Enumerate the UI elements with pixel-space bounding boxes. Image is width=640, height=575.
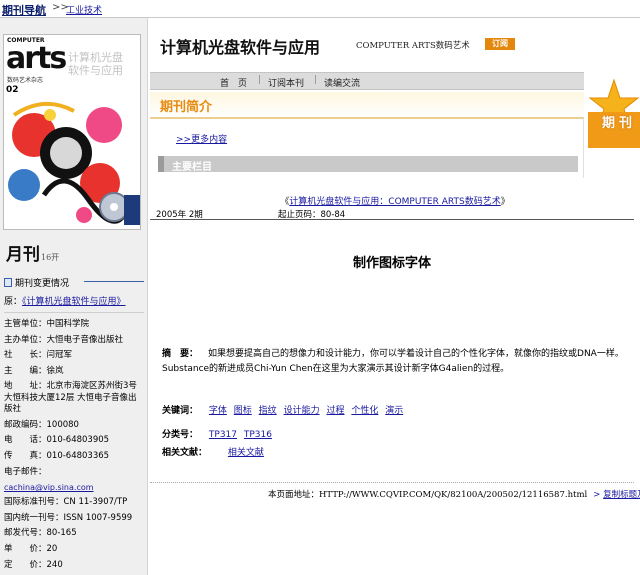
keyword-link[interactable]: 字体	[209, 406, 227, 416]
footer-divider	[150, 482, 634, 483]
main-columns-bar: 主要栏目	[158, 156, 578, 173]
info-annual-price: 定 价：240	[4, 559, 63, 570]
journal-header: 计算机光盘软件与应用 COMPUTER ARTS数码艺术 订阅	[150, 24, 640, 70]
nav-subscribe[interactable]: 订阅本刊	[268, 76, 304, 89]
main-columns-label: 主要栏目	[172, 162, 212, 173]
journal-title: 计算机光盘软件与应用	[160, 38, 321, 57]
info-email-link[interactable]: cachina@vip.sina.com	[4, 480, 144, 495]
cover-ghost-text: 计算机光盘 软件与应用	[68, 51, 123, 77]
info-unit-price: 单 价：20	[4, 544, 58, 555]
keyword-link[interactable]: 指纹	[259, 406, 277, 416]
more-content-link[interactable]: >>更多内容	[176, 132, 227, 145]
former-journal-link[interactable]: 《计算机光盘软件与应用》	[22, 297, 126, 307]
keyword-link[interactable]: 设计能力	[284, 406, 320, 416]
nav-reader-exchange[interactable]: 读编交流	[324, 76, 360, 89]
article-related: 相关文献： 相关文献	[162, 445, 264, 458]
page-url-text: HTTP://WWW.CQVIP.COM/QK/82100A/200502/12…	[319, 490, 588, 500]
change-heading-text: 期刊变更情况	[15, 279, 70, 289]
journal-info-list: 主管单位：中国科学院 主办单位：大恒电子音像出版社 社 长：闫冠军 主 编：徐岚…	[4, 312, 144, 573]
keyword-link[interactable]: 演示	[385, 406, 403, 416]
page-url-row: 本页面地址：HTTP://WWW.CQVIP.COM/QK/82100A/200…	[268, 488, 640, 500]
journal-change-heading: 期刊变更情况	[4, 276, 144, 289]
copy-title-link[interactable]: 复制标题及链接	[603, 490, 640, 500]
info-cn-number: 国际标准刊号：CN 11-3907/TP	[4, 497, 128, 508]
info-postcode: 邮政编码：100080	[4, 419, 79, 430]
related-label: 相关文献：	[162, 448, 208, 458]
cover-logo: arts	[6, 41, 67, 76]
publication-frequency: 月刊16开	[6, 240, 59, 265]
format-label: 16开	[41, 253, 60, 262]
breadcrumb-industrial-tech[interactable]: 工业技术	[66, 3, 102, 16]
abstract-label: 摘 要：	[162, 349, 199, 359]
info-editor: 主 编：徐岚	[4, 365, 64, 376]
info-postal-code: 邮发代号：80-165	[4, 528, 77, 539]
article-journal-line: 《计算机光盘软件与应用：COMPUTER ARTS数码艺术》	[280, 197, 510, 207]
article-keywords: 关键词： 字体 图标 指纹 设计能力 过程 个性化 演示	[162, 403, 634, 416]
arrow-icon: >	[593, 490, 601, 500]
journal-nav-bar: 首 页 | 订阅本刊 | 读编交流	[150, 72, 584, 90]
info-phone: 电 话：010-64803905	[4, 435, 110, 446]
heading-underline	[84, 281, 144, 282]
keyword-link[interactable]: 过程	[326, 406, 344, 416]
article-meta: 2005年 2期 起止页码：80-84	[150, 207, 634, 220]
abstract-text: 如果想要提高自己的想像力和设计能力，你可以学着设计自己的个性化字体，就像你的指纹…	[162, 349, 624, 374]
related-docs-link[interactable]: 相关文献	[228, 448, 264, 458]
info-address: 地 址：北京市海淀区苏州街3号 大恒科技大厦12层 大恒电子音像出版社	[4, 381, 137, 415]
former-title: 原：《计算机光盘软件与应用》	[4, 294, 126, 307]
info-email-label: 电子邮件：	[4, 466, 47, 477]
keyword-link[interactable]: 个性化	[351, 406, 378, 416]
nav-separator: |	[314, 75, 318, 85]
article-journal-link[interactable]: 计算机光盘软件与应用：COMPUTER ARTS数码艺术	[289, 197, 500, 207]
nav-separator: |	[258, 75, 262, 85]
article-abstract: 摘 要： 如果想要提高自己的想像力和设计能力，你可以学着设计自己的个性化字体，就像…	[162, 347, 634, 377]
journal-cover-image[interactable]: COMPUTER arts 数码艺术杂志 02 计算机光盘 软件与应用	[3, 34, 141, 230]
info-president: 社 长：闫冠军	[4, 350, 73, 361]
intro-banner: 期刊简介	[150, 92, 584, 119]
star-badge: 期刊	[588, 78, 640, 148]
cover-subtitle: 数码艺术杂志	[7, 77, 44, 84]
intro-title: 期刊简介	[160, 100, 213, 115]
article-issue: 2005年 2期	[156, 210, 203, 220]
keyword-link[interactable]: 图标	[234, 406, 252, 416]
page-url-label: 本页面地址：	[268, 490, 320, 500]
former-label: 原：	[4, 297, 23, 307]
star-badge-text: 期刊	[602, 116, 637, 131]
article-category: 分类号： TP317 TP316	[162, 427, 276, 440]
journal-navigation-link[interactable]: 期刊导航	[2, 2, 46, 18]
left-sidebar: COMPUTER arts 数码艺术杂志 02 计算机光盘 软件与应用 月刊16…	[0, 18, 148, 575]
article-pages: 起止页码：80-84	[278, 210, 346, 220]
cover-artwork	[4, 95, 140, 229]
category-label: 分类号：	[162, 430, 199, 440]
article-title: 制作图标字体	[352, 256, 431, 271]
info-fax: 传 真：010-64803365	[4, 451, 110, 462]
info-issn: 国内统一刊号：ISSN 1007-9599	[4, 512, 133, 523]
top-breadcrumb-bar: 期刊导航 >> 工业技术	[0, 0, 640, 18]
nav-home[interactable]: 首 页	[220, 76, 247, 89]
monthly-label: 月刊	[6, 245, 40, 265]
document-icon	[4, 278, 12, 287]
cover-issue-number: 02	[6, 85, 19, 95]
category-link[interactable]: TP317	[209, 430, 237, 440]
category-link[interactable]: TP316	[244, 430, 272, 440]
journal-title-english: COMPUTER ARTS数码艺术	[356, 41, 470, 51]
keywords-label: 关键词：	[162, 406, 199, 416]
info-sponsor: 主办单位：大恒电子音像出版社	[4, 334, 124, 345]
info-supervisor: 主管单位：中国科学院	[4, 319, 90, 329]
subscribe-button[interactable]: 订阅	[485, 38, 515, 50]
